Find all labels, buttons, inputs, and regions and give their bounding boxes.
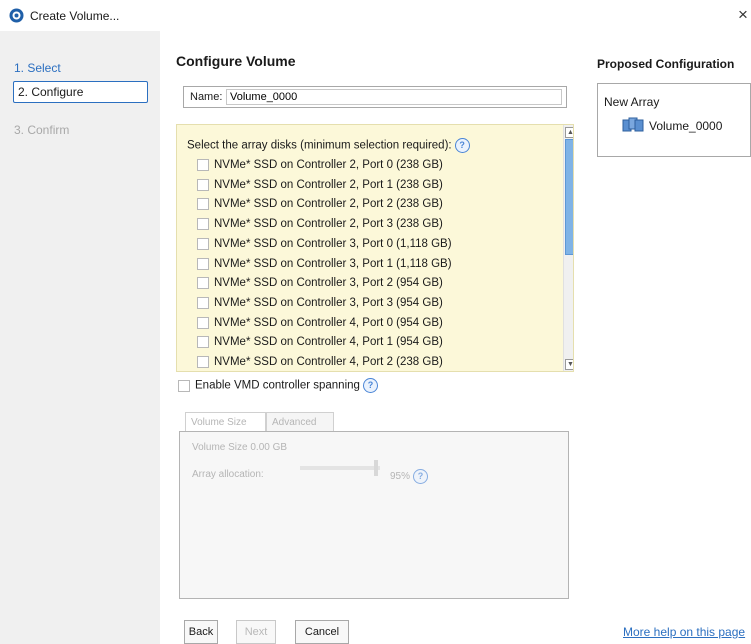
title-bar: Create Volume... × bbox=[0, 0, 751, 31]
disk-list-item[interactable]: NVMe* SSD on Controller 4, Port 0 (954 G… bbox=[197, 316, 443, 329]
scroll-down-icon[interactable]: ▼ bbox=[565, 359, 573, 370]
disk-label: NVMe* SSD on Controller 2, Port 1 (238 G… bbox=[214, 178, 443, 191]
disk-checkbox[interactable] bbox=[197, 356, 209, 368]
disk-label: NVMe* SSD on Controller 3, Port 2 (954 G… bbox=[214, 277, 443, 290]
disk-checkbox[interactable] bbox=[197, 296, 209, 309]
disk-checkbox[interactable] bbox=[197, 178, 209, 191]
disk-list-scrollbar[interactable]: ▲ ▼ bbox=[563, 125, 573, 371]
disk-checkbox[interactable] bbox=[197, 198, 209, 211]
disk-list-item[interactable]: NVMe* SSD on Controller 2, Port 1 (238 G… bbox=[197, 178, 443, 191]
disk-list-item[interactable]: NVMe* SSD on Controller 4, Port 2 (238 G… bbox=[197, 356, 443, 368]
disk-label: NVMe* SSD on Controller 3, Port 0 (1,118… bbox=[214, 237, 452, 250]
proposed-volume-name: Volume_0000 bbox=[649, 119, 723, 133]
disk-label: NVMe* SSD on Controller 2, Port 0 (238 G… bbox=[214, 159, 443, 172]
disk-checkbox[interactable] bbox=[197, 257, 209, 270]
disk-label: NVMe* SSD on Controller 4, Port 0 (954 G… bbox=[214, 316, 443, 329]
disk-list-item[interactable]: NVMe* SSD on Controller 2, Port 3 (238 G… bbox=[197, 218, 443, 230]
disk-label: NVMe* SSD on Controller 3, Port 3 (954 G… bbox=[214, 296, 443, 309]
disk-list-item[interactable]: NVMe* SSD on Controller 3, Port 0 (1,118… bbox=[197, 237, 452, 250]
disk-checkbox[interactable] bbox=[197, 218, 209, 231]
help-icon[interactable]: ? bbox=[454, 138, 470, 153]
tab-volume-size[interactable]: Volume Size bbox=[185, 412, 266, 432]
disk-selection-panel: Select the array disks (minimum selectio… bbox=[176, 124, 574, 372]
array-allocation-label: Array allocation: bbox=[192, 469, 264, 480]
scroll-up-icon[interactable]: ▲ bbox=[565, 127, 573, 138]
disk-selection-title-text: Select the array disks (minimum selectio… bbox=[187, 139, 452, 152]
disk-label: NVMe* SSD on Controller 4, Port 2 (238 G… bbox=[214, 356, 443, 369]
volume-disks-icon bbox=[622, 117, 644, 132]
disk-list-item[interactable]: NVMe* SSD on Controller 2, Port 0 (238 G… bbox=[197, 159, 443, 171]
window-title: Create Volume... bbox=[30, 9, 120, 23]
array-allocation-slider-thumb[interactable] bbox=[374, 460, 378, 476]
disk-list-item[interactable]: NVMe* SSD on Controller 3, Port 2 (954 G… bbox=[197, 277, 443, 289]
disk-list-item[interactable]: NVMe* SSD on Controller 3, Port 1 (1,118… bbox=[197, 257, 452, 270]
volume-name-input[interactable] bbox=[226, 89, 562, 105]
tab-content: Volume Size 0.00 GB Array allocation: 95… bbox=[179, 431, 569, 599]
help-icon[interactable]: ? bbox=[413, 469, 429, 484]
help-icon[interactable]: ? bbox=[362, 378, 378, 393]
page-title: Configure Volume bbox=[176, 53, 296, 69]
disk-list-item[interactable]: NVMe* SSD on Controller 4, Port 1 (954 G… bbox=[197, 336, 443, 348]
vmd-spanning-label: Enable VMD controller spanning bbox=[195, 379, 360, 392]
vmd-spanning-checkbox[interactable] bbox=[178, 379, 190, 392]
disk-checkbox[interactable] bbox=[197, 277, 209, 290]
proposed-configuration-panel: New Array Volume_0000 bbox=[597, 83, 751, 157]
name-label: Name: bbox=[190, 91, 223, 103]
scroll-thumb[interactable] bbox=[565, 139, 573, 255]
disk-selection-title: Select the array disks (minimum selectio… bbox=[187, 138, 470, 153]
array-allocation-slider[interactable] bbox=[300, 466, 380, 470]
disk-checkbox[interactable] bbox=[197, 316, 209, 329]
next-button[interactable]: Next bbox=[236, 620, 276, 644]
disk-label: NVMe* SSD on Controller 2, Port 2 (238 G… bbox=[214, 198, 443, 211]
disk-label: NVMe* SSD on Controller 3, Port 1 (1,118… bbox=[214, 257, 452, 270]
app-icon bbox=[9, 8, 24, 23]
more-help-link[interactable]: More help on this page bbox=[623, 625, 745, 639]
tab-advanced[interactable]: Advanced bbox=[266, 412, 334, 432]
cancel-button[interactable]: Cancel bbox=[295, 620, 349, 644]
proposed-configuration-title: Proposed Configuration bbox=[597, 57, 735, 71]
volume-size-text: Volume Size 0.00 GB bbox=[192, 442, 288, 453]
disk-checkbox[interactable] bbox=[197, 159, 209, 171]
array-allocation-percent: 95% bbox=[390, 471, 411, 483]
disk-checkbox[interactable] bbox=[197, 237, 209, 250]
back-button[interactable]: Back bbox=[184, 620, 218, 644]
close-icon[interactable]: × bbox=[738, 5, 748, 25]
name-field-group: Name: bbox=[183, 86, 567, 108]
wizard-sidebar: 1. Select 2. Configure 3. Confirm bbox=[0, 31, 160, 644]
new-array-label: New Array bbox=[604, 95, 660, 109]
disk-label: NVMe* SSD on Controller 4, Port 1 (954 G… bbox=[214, 336, 443, 349]
vmd-spanning-option[interactable]: Enable VMD controller spanning? bbox=[178, 378, 378, 393]
step-select[interactable]: 1. Select bbox=[14, 61, 61, 75]
disk-list-item[interactable]: NVMe* SSD on Controller 3, Port 3 (954 G… bbox=[197, 296, 443, 309]
step-configure[interactable]: 2. Configure bbox=[13, 81, 148, 103]
disk-checkbox[interactable] bbox=[197, 336, 209, 349]
array-allocation-value: 95%? bbox=[390, 469, 429, 484]
disk-list-item[interactable]: NVMe* SSD on Controller 2, Port 2 (238 G… bbox=[197, 198, 443, 210]
disk-label: NVMe* SSD on Controller 2, Port 3 (238 G… bbox=[214, 218, 443, 231]
step-confirm: 3. Confirm bbox=[14, 123, 70, 137]
